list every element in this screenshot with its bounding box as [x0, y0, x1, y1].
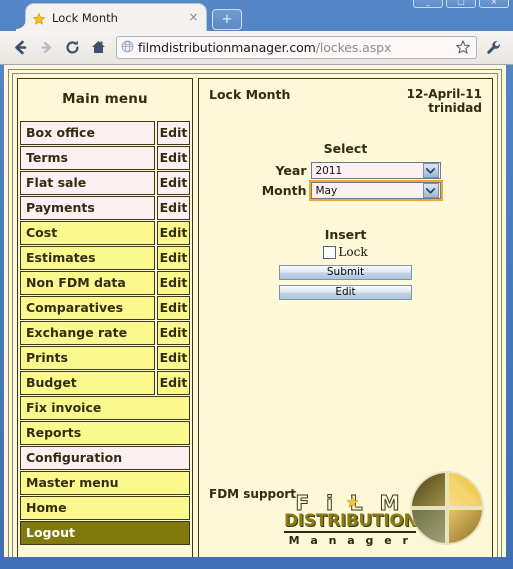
forward-arrow-icon[interactable] — [33, 35, 59, 61]
sidebar-item-exchange-rate[interactable]: Exchange rate Edit — [20, 321, 190, 345]
current-date: 12-April-11 — [406, 87, 482, 101]
sidebar-item-budget[interactable]: Budget Edit — [20, 371, 190, 395]
fdm-support-text: FDM support — [209, 487, 297, 501]
fdm-logo: F i L M DISTRIBUTION M a n a g e r — [284, 471, 490, 557]
select-section-heading: Select — [323, 141, 368, 156]
page-inner-frame: Main menu Box office Edit Terms Edit Fla… — [12, 73, 498, 557]
main-menu-sidebar: Main menu Box office Edit Terms Edit Fla… — [17, 78, 193, 557]
sidebar-item-label[interactable]: Exchange rate — [20, 321, 155, 345]
lock-label: Lock — [338, 245, 368, 259]
sidebar-edit-terms[interactable]: Edit — [157, 146, 190, 170]
star-icon — [32, 11, 46, 25]
month-label: Month — [261, 183, 307, 198]
lock-checkbox[interactable] — [323, 245, 337, 259]
sidebar-item-configuration[interactable]: Configuration — [20, 446, 190, 470]
sidebar-item-label[interactable]: Terms — [20, 146, 155, 170]
sidebar-edit-flat-sale[interactable]: Edit — [157, 171, 190, 195]
month-select[interactable]: May — [310, 182, 441, 199]
sidebar-item-label[interactable]: Box office — [20, 121, 155, 145]
sidebar-item-label[interactable]: Payments — [20, 196, 155, 220]
sidebar-item-label[interactable]: Fix invoice — [20, 396, 190, 420]
browser-window: _ □ × Lock Month × + filmdistributionman… — [0, 0, 513, 569]
sidebar-edit-prints[interactable]: Edit — [157, 346, 190, 370]
navigation-toolbar: filmdistributionmanager.com/lockes.aspx — [0, 31, 513, 65]
url-domain: filmdistributionmanager.com — [138, 40, 316, 55]
close-icon[interactable]: × — [187, 11, 200, 24]
page-outer-frame: Main menu Box office Edit Terms Edit Fla… — [8, 69, 502, 557]
sidebar-item-cost[interactable]: Cost Edit — [20, 221, 190, 245]
submit-button[interactable]: Submit — [279, 265, 412, 280]
sidebar-edit-estimates[interactable]: Edit — [157, 246, 190, 270]
sidebar-edit-cost[interactable]: Edit — [157, 221, 190, 245]
new-tab-button[interactable]: + — [212, 9, 242, 30]
sidebar-edit-budget[interactable]: Edit — [157, 371, 190, 395]
sidebar-item-label[interactable]: Master menu — [20, 471, 190, 495]
year-select[interactable]: 2011 — [310, 162, 441, 179]
sidebar-item-home[interactable]: Home — [20, 496, 190, 520]
wrench-icon[interactable] — [482, 36, 506, 60]
sidebar-item-label[interactable]: Cost — [20, 221, 155, 245]
logo-sphere-icon — [408, 469, 486, 551]
edit-button[interactable]: Edit — [279, 285, 412, 300]
month-value: May — [315, 184, 338, 197]
sidebar-item-flat-sale[interactable]: Flat sale Edit — [20, 171, 190, 195]
year-label: Year — [275, 163, 307, 178]
sidebar-item-fix-invoice[interactable]: Fix invoice — [20, 396, 190, 420]
header-meta: 12-April-11 trinidad — [407, 87, 482, 115]
sidebar-item-prints[interactable]: Prints Edit — [20, 346, 190, 370]
chevron-down-icon[interactable] — [422, 183, 439, 198]
url-text: filmdistributionmanager.com/lockes.aspx — [138, 40, 455, 55]
sidebar-item-label[interactable]: Prints — [20, 346, 155, 370]
plus-icon: + — [221, 12, 233, 27]
sidebar-item-label[interactable]: Estimates — [20, 246, 155, 270]
year-field-row: Year 2011 — [209, 162, 482, 179]
sidebar-item-label[interactable]: Non FDM data — [20, 271, 155, 295]
chevron-down-icon[interactable] — [422, 163, 439, 178]
address-bar[interactable]: filmdistributionmanager.com/lockes.aspx — [116, 36, 477, 59]
browser-tab[interactable]: Lock Month × — [16, 4, 206, 31]
sidebar-edit-non-fdm-data[interactable]: Edit — [157, 271, 190, 295]
page-viewport: Main menu Box office Edit Terms Edit Fla… — [4, 65, 506, 557]
sidebar-edit-exchange-rate[interactable]: Edit — [157, 321, 190, 345]
sidebar-item-comparatives[interactable]: Comparatives Edit — [20, 296, 190, 320]
month-field-row: Month May — [209, 182, 482, 199]
sidebar-item-non-fdm-data[interactable]: Non FDM data Edit — [20, 271, 190, 295]
url-path: /lockes.aspx — [315, 40, 392, 55]
content-panel: Lock Month 12-April-11 trinidad Select Y… — [198, 78, 493, 557]
back-arrow-icon[interactable] — [7, 35, 33, 61]
sidebar-item-label[interactable]: Budget — [20, 371, 155, 395]
current-user: trinidad — [428, 101, 482, 115]
sidebar-item-label[interactable]: Flat sale — [20, 171, 155, 195]
sidebar-item-label[interactable]: Reports — [20, 421, 190, 445]
sidebar-item-payments[interactable]: Payments Edit — [20, 196, 190, 220]
logo-line-manager: M a n a g e r — [284, 531, 416, 547]
bookmark-star-icon[interactable] — [455, 39, 472, 56]
logo-line-distribution: DISTRIBUTION — [284, 511, 418, 531]
sidebar-item-reports[interactable]: Reports — [20, 421, 190, 445]
sidebar-edit-payments[interactable]: Edit — [157, 196, 190, 220]
sidebar-item-label[interactable]: Configuration — [20, 446, 190, 470]
insert-section-heading: Insert — [324, 227, 367, 242]
lock-checkbox-row: Lock — [209, 245, 482, 259]
sidebar-item-terms[interactable]: Terms Edit — [20, 146, 190, 170]
sidebar-item-label[interactable]: Home — [20, 496, 190, 520]
home-icon[interactable] — [85, 35, 111, 61]
sidebar-item-label[interactable]: Comparatives — [20, 296, 155, 320]
sidebar-item-label[interactable]: Logout — [20, 521, 190, 545]
tab-title: Lock Month — [52, 10, 118, 25]
sidebar-edit-comparatives[interactable]: Edit — [157, 296, 190, 320]
logo-star-icon — [346, 494, 359, 513]
tab-strip: Lock Month × + — [0, 0, 513, 31]
sidebar-item-estimates[interactable]: Estimates Edit — [20, 246, 190, 270]
globe-icon — [121, 38, 134, 57]
sidebar-edit-box-office[interactable]: Edit — [157, 121, 190, 145]
content-header: Lock Month 12-April-11 trinidad — [209, 87, 482, 115]
year-value: 2011 — [315, 164, 343, 177]
sidebar-heading: Main menu — [62, 91, 148, 107]
reload-icon[interactable] — [59, 35, 85, 61]
sidebar-item-logout[interactable]: Logout — [20, 521, 190, 545]
page-title: Lock Month — [209, 87, 291, 102]
sidebar-item-box-office[interactable]: Box office Edit — [20, 121, 190, 145]
sidebar-item-master-menu[interactable]: Master menu — [20, 471, 190, 495]
